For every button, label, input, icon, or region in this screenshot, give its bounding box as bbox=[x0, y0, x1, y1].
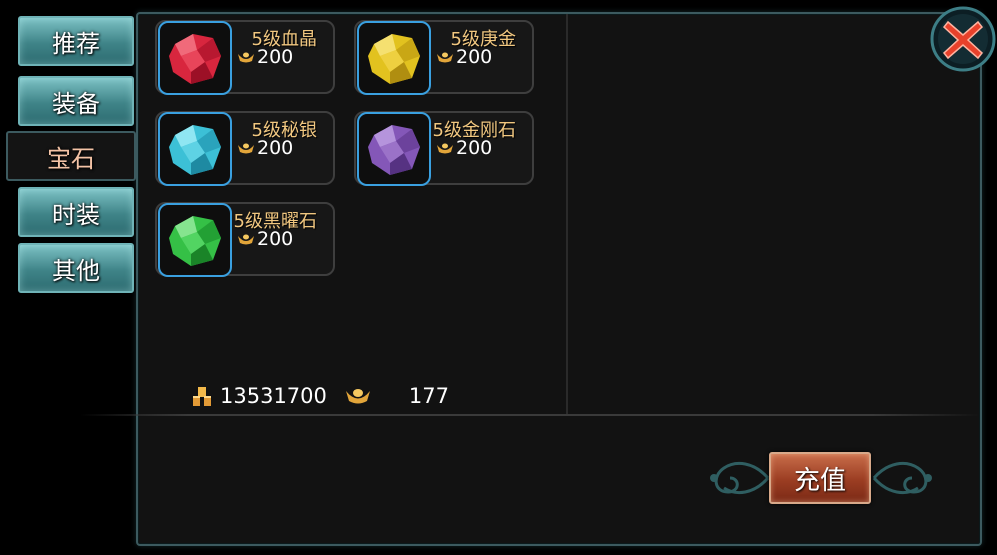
ingot-icon bbox=[437, 143, 453, 154]
item-price-value: 200 bbox=[456, 137, 493, 159]
tab-label: 宝石 bbox=[47, 144, 95, 173]
ingot-amount: 177 bbox=[408, 384, 449, 408]
tab-fashion[interactable]: 时装 bbox=[18, 187, 134, 237]
tab-other[interactable]: 其他 bbox=[18, 243, 134, 293]
ingot-icon bbox=[238, 52, 254, 63]
footer-divider bbox=[80, 414, 980, 416]
shop-item-geng-gold[interactable]: 5级庚金 200 bbox=[354, 20, 534, 95]
close-button[interactable] bbox=[930, 6, 996, 72]
cyan-gem-icon bbox=[169, 125, 221, 175]
item-icon-slot bbox=[158, 112, 232, 186]
currency-bar: 13531700 177 bbox=[190, 384, 449, 408]
tab-equipment[interactable]: 装备 bbox=[18, 76, 134, 126]
tab-recommend[interactable]: 推荐 bbox=[18, 16, 134, 66]
item-icon-slot bbox=[357, 21, 431, 95]
tab-label: 装备 bbox=[52, 89, 100, 118]
recharge-area: 充值 bbox=[706, 446, 936, 510]
tab-label: 其他 bbox=[52, 256, 100, 285]
red-gem-icon bbox=[169, 34, 221, 84]
item-icon-slot bbox=[357, 112, 431, 186]
item-icon-slot bbox=[158, 21, 232, 95]
item-price: 200 bbox=[237, 228, 293, 250]
shop-item-diamond[interactable]: 5级金刚石 200 bbox=[354, 111, 534, 186]
recharge-label: 充值 bbox=[793, 465, 846, 496]
recharge-button[interactable]: 充值 bbox=[769, 452, 871, 504]
item-price: 200 bbox=[436, 46, 492, 68]
item-price: 200 bbox=[436, 137, 492, 159]
ingot-icon bbox=[238, 143, 254, 154]
close-icon bbox=[930, 6, 996, 72]
ingot-icon bbox=[437, 52, 453, 63]
item-price: 200 bbox=[237, 137, 293, 159]
shop-item-mithril[interactable]: 5级秘银 200 bbox=[155, 111, 335, 186]
item-price-value: 200 bbox=[456, 46, 493, 68]
gold-coin-stack-icon bbox=[193, 387, 211, 406]
tab-gems[interactable]: 宝石 bbox=[6, 131, 136, 181]
shop-item-obsidian[interactable]: 5级黑曜石 200 bbox=[155, 202, 335, 277]
tab-label: 时装 bbox=[52, 200, 100, 229]
item-price: 200 bbox=[237, 46, 293, 68]
shop-item-blood-crystal[interactable]: 5级血晶 200 bbox=[155, 20, 335, 95]
item-icon-slot bbox=[158, 203, 232, 277]
ornament-right-icon bbox=[872, 461, 932, 495]
item-price-value: 200 bbox=[257, 228, 294, 250]
item-price-value: 200 bbox=[257, 46, 294, 68]
ingot-icon bbox=[345, 389, 370, 404]
gold-amount: 13531700 bbox=[220, 384, 327, 408]
yellow-gem-icon bbox=[368, 34, 420, 84]
item-price-value: 200 bbox=[257, 137, 294, 159]
tab-label: 推荐 bbox=[52, 29, 100, 58]
green-gem-icon bbox=[169, 216, 221, 266]
ornament-left-icon bbox=[710, 461, 770, 495]
purple-gem-icon bbox=[368, 125, 420, 175]
column-divider bbox=[566, 14, 568, 414]
ingot-icon bbox=[238, 234, 254, 245]
